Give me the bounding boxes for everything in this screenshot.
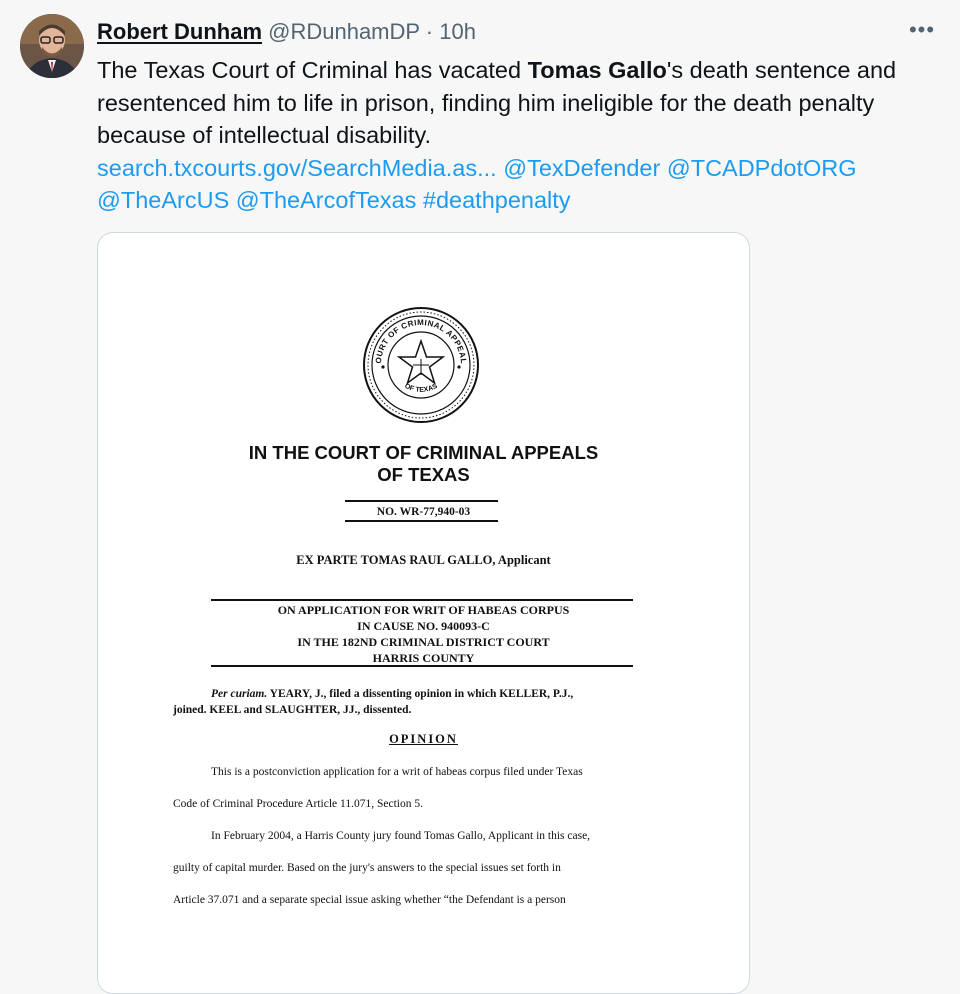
application-line: HARRIS COUNTY — [372, 651, 475, 665]
more-options-icon[interactable]: ••• — [906, 19, 938, 44]
per-curiam-italic: Per curiam. — [211, 688, 268, 700]
media-card[interactable]: COURT OF CRIMINAL APPEALS OF TEXAS IN TH… — [97, 232, 750, 994]
rule-app-bottom — [211, 665, 633, 667]
rule-app-top — [211, 599, 633, 601]
url-link[interactable]: search.txcourts.gov/SearchMedia.as... — [97, 155, 497, 181]
author-avatar[interactable] — [20, 14, 84, 78]
body-line: In February 2004, a Harris County jury f… — [211, 830, 591, 842]
mention-link[interactable]: @TexDefender — [503, 155, 660, 181]
mention-link[interactable]: @TheArcofTexas — [236, 187, 417, 213]
mention-link[interactable]: @TCADPdotORG — [667, 155, 857, 181]
document-title-line1: IN THE COURT OF CRIMINAL APPEALS — [248, 442, 599, 463]
court-document-image: COURT OF CRIMINAL APPEALS OF TEXAS IN TH… — [98, 233, 749, 993]
mention-link[interactable]: @TheArcUS — [97, 187, 229, 213]
application-line: IN CAUSE NO. 940093-C — [357, 619, 490, 633]
body-line: Article 37.071 and a separate special is… — [173, 894, 566, 906]
opinion-heading: OPINION — [389, 732, 458, 746]
body-line: Code of Criminal Procedure Article 11.07… — [173, 798, 423, 810]
separator-dot: · — [425, 19, 434, 44]
author-handle[interactable]: @RDunhamDP — [268, 19, 420, 44]
application-line: ON APPLICATION FOR WRIT OF HABEAS CORPUS — [277, 603, 570, 617]
svg-text:OF TEXAS: OF TEXAS — [403, 383, 439, 394]
party-line: EX PARTE TOMAS RAUL GALLO, Applicant — [296, 553, 551, 567]
hashtag-link[interactable]: #deathpenalty — [423, 187, 571, 213]
rule-bottom — [345, 520, 498, 522]
avatar-photo — [20, 14, 84, 78]
timestamp[interactable]: 10h — [439, 19, 476, 44]
body-line: guilty of capital murder. Based on the j… — [173, 862, 561, 874]
author-name[interactable]: Robert Dunham — [97, 19, 262, 44]
body-line: This is a postconviction application for… — [211, 766, 583, 778]
document-title-line2: OF TEXAS — [377, 464, 470, 485]
case-number: NO. WR-77,940-03 — [376, 506, 471, 518]
application-line: IN THE 182ND CRIMINAL DISTRICT COURT — [297, 635, 550, 649]
per-curiam-line1: Per curiam. YEARY, J., filed a dissentin… — [211, 686, 573, 702]
per-curiam-text: joined. KEEL and SLAUGHTER, JJ., dissent… — [173, 704, 412, 716]
seal-bottom-text: OF TEXAS — [403, 383, 439, 394]
court-seal: COURT OF CRIMINAL APPEALS OF TEXAS — [361, 305, 479, 423]
rule-top — [345, 500, 498, 502]
per-curiam-text: YEARY, J., filed a dissenting opinion in… — [267, 688, 574, 700]
tweet-text-bold: Tomas Gallo — [527, 57, 667, 83]
per-curiam-line2: joined. KEEL and SLAUGHTER, JJ., dissent… — [173, 702, 411, 718]
tweet-text: The Texas Court of Criminal has vacated … — [97, 54, 917, 217]
tweet-text-part: The Texas Court of Criminal has vacated — [97, 57, 528, 83]
tweet-header: Robert Dunham @RDunhamDP · 10h — [97, 18, 476, 46]
